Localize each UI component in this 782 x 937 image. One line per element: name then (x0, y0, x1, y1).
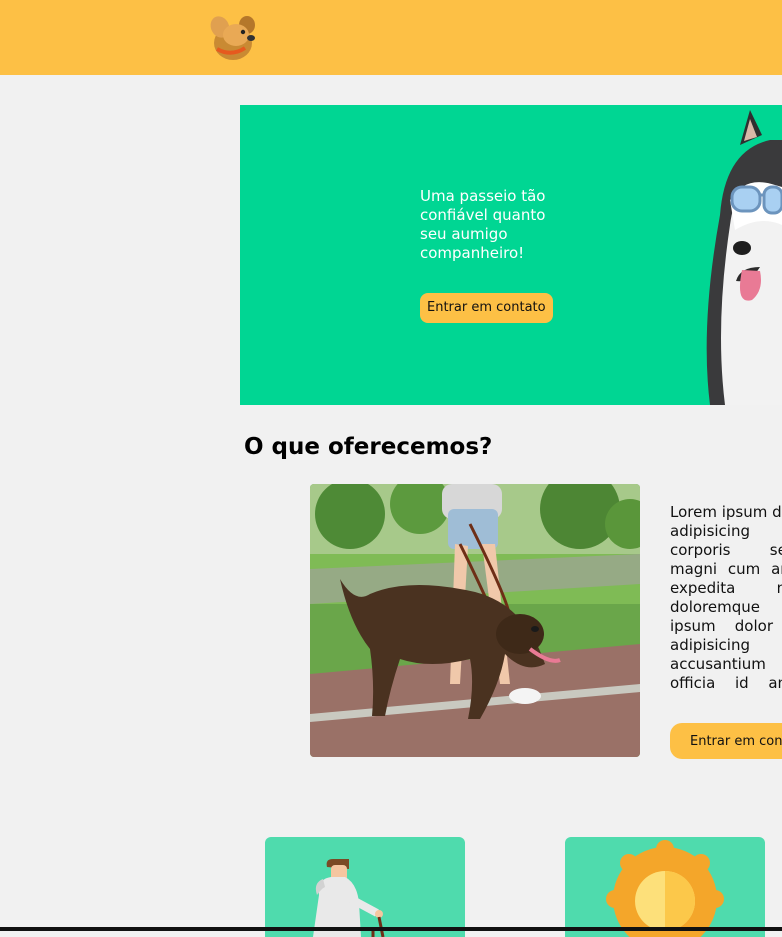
description-line: officia id animi (670, 674, 782, 692)
services-title: O que oferecemos? (244, 434, 493, 460)
contact-button[interactable]: Entrar em contato (420, 293, 553, 323)
hero-tagline: Uma passeio tão confiável quanto seu aum… (420, 187, 546, 262)
hero-banner: Uma passeio tão confiável quanto seu aum… (240, 105, 782, 405)
description-line: adipisicing elit. (670, 636, 782, 654)
description-line: accusantium (670, 655, 766, 673)
description-line: adipisicing elit. (670, 522, 782, 540)
description-line: magni cum amet (670, 560, 782, 578)
dog-head-logo-icon[interactable] (207, 13, 259, 63)
description-line: doloremque sint (670, 598, 782, 616)
description-line: corporis sequi (670, 541, 782, 559)
window-bottom-edge (0, 927, 782, 931)
services-contact-button[interactable]: Entrar em contato (670, 723, 782, 759)
site-header (0, 0, 782, 75)
services-description: Lorem ipsum dolor adipisicing elit. corp… (670, 503, 782, 698)
service-card-sun[interactable] (565, 837, 765, 937)
description-line: Lorem ipsum dolor (670, 503, 782, 521)
husky-sunglasses-image (706, 110, 782, 405)
description-line: expedita nam (670, 579, 782, 597)
service-card-walker[interactable] (265, 837, 465, 937)
description-line: ipsum dolor sit (670, 617, 782, 635)
dog-walking-photo (310, 484, 640, 757)
sun-icon (606, 840, 724, 937)
person-walking-dog-icon (313, 859, 385, 937)
